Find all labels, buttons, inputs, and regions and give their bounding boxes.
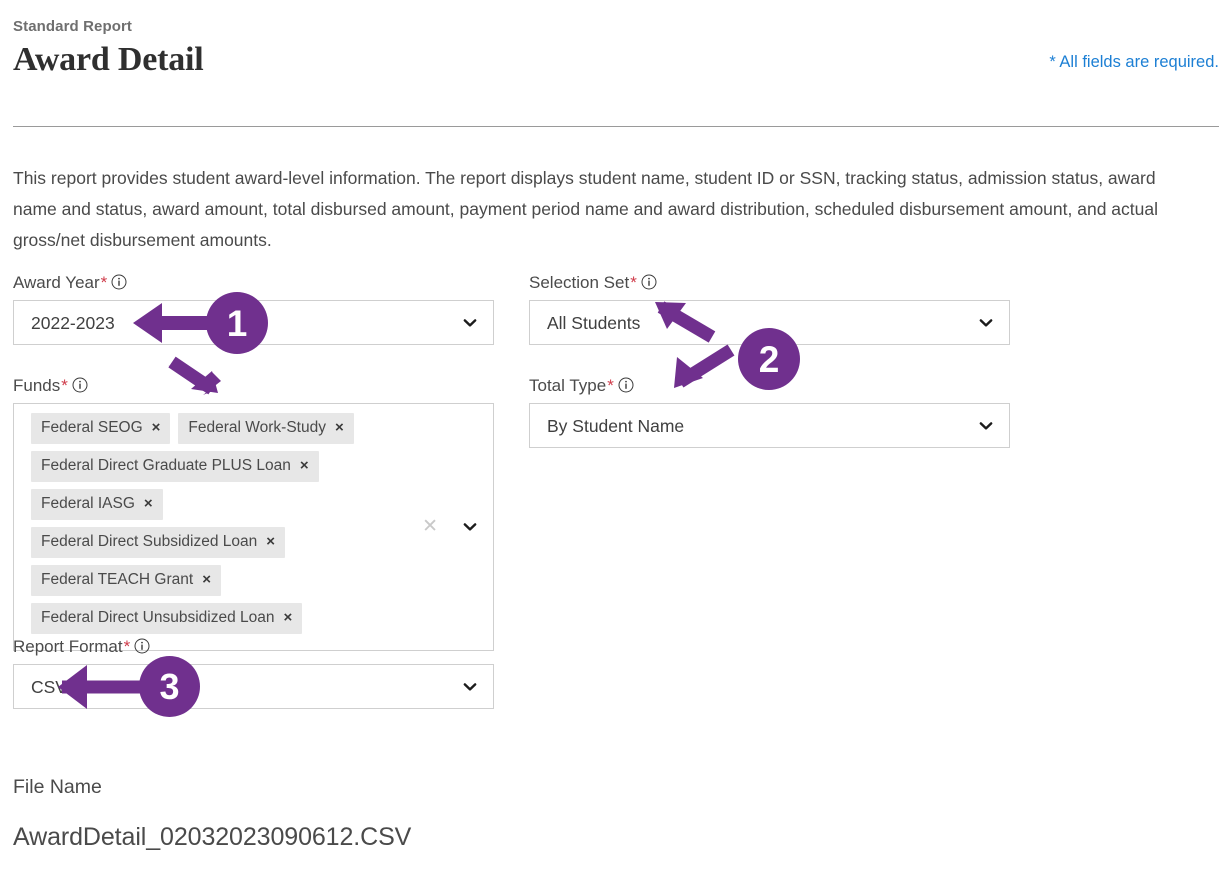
award-detail-report-page: Standard Report Award Detail * All field… [0,0,1232,878]
fund-chip-label: Federal Direct Subsidized Loan [41,533,258,550]
report-format-select[interactable]: CSV [13,664,494,709]
total-type-label: Total Type [529,376,607,395]
required-asterisk: * [607,376,614,395]
award-year-label-row: Award Year* [13,273,494,293]
award-year-label: Award Year [13,273,100,292]
fund-chip[interactable]: Federal Direct Subsidized Loan × [31,527,286,558]
selection-set-select[interactable]: All Students [529,300,1010,345]
award-year-value: 2022-2023 [31,312,115,333]
fund-chip[interactable]: Federal IASG × [31,489,163,520]
header-divider [13,126,1219,127]
report-format-value: CSV [31,676,67,697]
page-title: Award Detail [13,41,204,78]
chevron-down-icon[interactable] [461,314,479,332]
fund-chip[interactable]: Federal Direct Unsubsidized Loan × [31,603,303,634]
required-fields-note: * All fields are required. [1049,53,1219,71]
fund-chip-remove-icon[interactable]: × [144,496,153,511]
chevron-down-icon[interactable] [977,314,995,332]
fund-chip[interactable]: Federal Direct Graduate PLUS Loan × [31,451,319,482]
report-format-label: Report Format [13,637,123,656]
file-name-block: File Name AwardDetail_02032023090612.CSV [13,775,713,852]
report-format-field: Report Format* CSV [13,637,494,709]
file-name-label: File Name [13,776,102,798]
required-asterisk: * [630,273,637,292]
fund-chip-label: Federal Direct Graduate PLUS Loan [41,457,291,474]
clear-x-icon[interactable]: ✕ [422,517,438,536]
fund-chip-remove-icon[interactable]: × [300,458,309,473]
selection-set-label: Selection Set [529,273,630,292]
fund-chip-remove-icon[interactable]: × [202,572,211,587]
funds-label: Funds [13,376,61,395]
fund-chip-label: Federal TEACH Grant [41,571,194,588]
fund-chip[interactable]: Federal SEOG × [31,413,171,444]
fund-chip-remove-icon[interactable]: × [266,534,275,549]
selection-set-field: Selection Set* All Students [529,273,1010,345]
info-icon[interactable] [72,377,88,393]
funds-multiselect[interactable]: Federal SEOG × Federal Work-Study × Federal … [13,403,494,651]
info-icon[interactable] [641,274,657,290]
award-year-select[interactable]: 2022-2023 [13,300,494,345]
info-icon[interactable] [134,638,150,654]
fund-chip-remove-icon[interactable]: × [152,420,161,435]
total-type-value: By Student Name [547,415,685,436]
chevron-down-icon[interactable] [977,417,995,435]
total-type-label-row: Total Type* [529,376,1010,396]
file-name-value: AwardDetail_02032023090612.CSV [13,823,412,851]
funds-field: Funds* Federal SEOG × Federal Work-Study × F… [13,376,494,651]
fund-chip-label: Federal Work-Study [188,419,326,436]
report-format-label-row: Report Format* [13,637,494,657]
fund-chip-remove-icon[interactable]: × [335,420,344,435]
funds-label-row: Funds* [13,376,494,396]
fund-chip-label: Federal SEOG [41,419,143,436]
award-year-field: Award Year* 2022-2023 [13,273,494,345]
chevron-down-icon[interactable] [461,518,479,536]
total-type-select[interactable]: By Student Name [529,403,1010,448]
fund-chip-remove-icon[interactable]: × [283,610,292,625]
page-header: Standard Report Award Detail * All field… [13,18,1219,80]
fund-chip[interactable]: Federal Work-Study × [178,413,354,444]
required-asterisk: * [123,637,131,656]
info-icon[interactable] [111,274,127,290]
fund-chip[interactable]: Federal TEACH Grant × [31,565,221,596]
required-asterisk: * [100,273,108,292]
selection-set-value: All Students [547,312,641,333]
required-asterisk: * [61,376,68,395]
fund-chip-label: Federal Direct Unsubsidized Loan [41,609,275,626]
funds-chip-list: Federal SEOG × Federal Work-Study × Federal … [14,413,431,641]
breadcrumb-standard-report: Standard Report [13,18,133,35]
report-description: This report provides student award-level… [13,168,1158,250]
info-icon[interactable] [618,377,634,393]
selection-set-label-row: Selection Set* [529,273,1010,293]
total-type-field: Total Type* By Student Name [529,376,1010,448]
chevron-down-icon[interactable] [461,678,479,696]
fund-chip-label: Federal IASG [41,495,135,512]
